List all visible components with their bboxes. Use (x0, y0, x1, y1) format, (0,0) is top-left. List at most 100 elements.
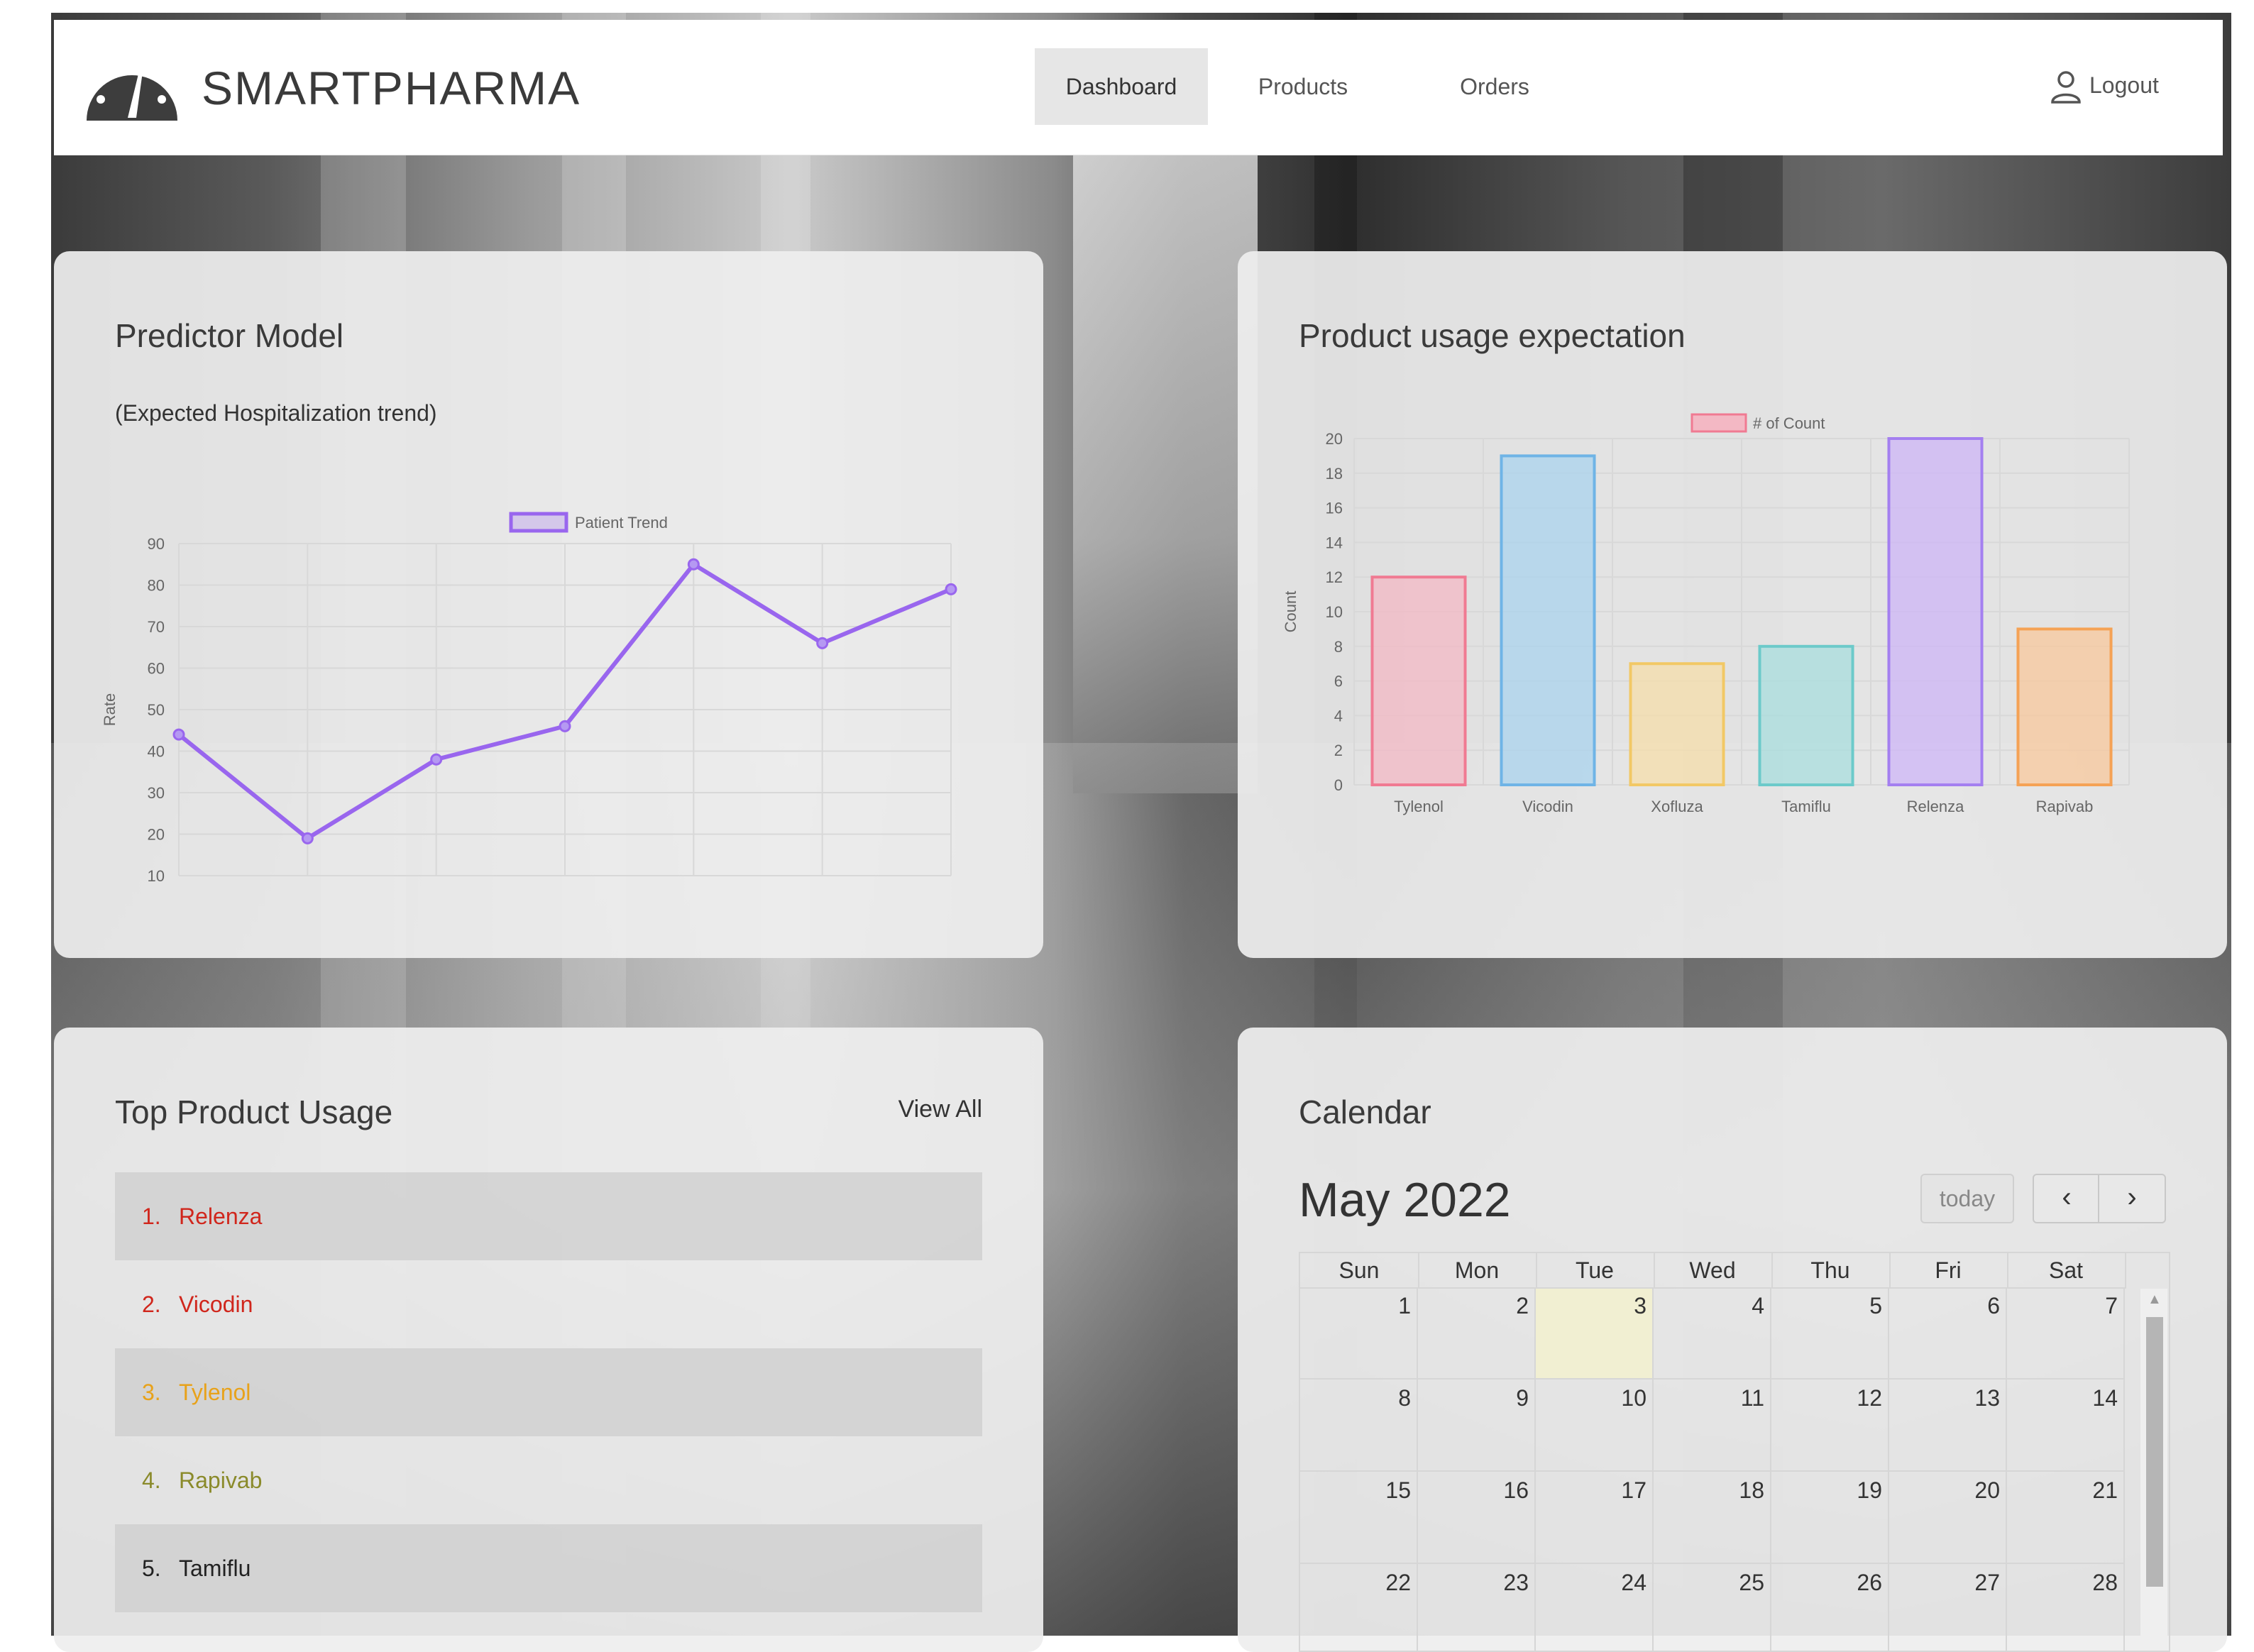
calendar-day[interactable]: 14 (2007, 1380, 2125, 1472)
x-tick-label: May (679, 888, 709, 890)
day-number: 23 (1503, 1570, 1529, 1595)
y-tick-label: 80 (148, 577, 165, 595)
bar-rapivab (2016, 627, 2113, 786)
day-number: 5 (1869, 1293, 1882, 1318)
list-item-name: Tylenol (179, 1380, 251, 1405)
panel-title: Product usage expectation (1299, 317, 1686, 354)
day-number: 8 (1398, 1385, 1411, 1411)
y-axis-label: Count (1282, 591, 1299, 633)
day-number: 26 (1857, 1570, 1882, 1595)
view-all-link[interactable]: View All (898, 1096, 982, 1123)
calendar-day[interactable]: 21 (2007, 1472, 2125, 1564)
calendar-day[interactable]: 9 (1418, 1380, 1536, 1472)
calendar-day[interactable]: 26 (1771, 1564, 1889, 1651)
x-tick-label: July (937, 888, 964, 890)
x-tick-label: Vicodin (1522, 798, 1573, 815)
weekday-header: Wed (1654, 1253, 1773, 1289)
weekday-header: Tue (1536, 1253, 1655, 1289)
data-point (945, 583, 957, 595)
calendar-day[interactable]: 8 (1300, 1380, 1418, 1472)
day-number: 4 (1752, 1293, 1764, 1318)
nav-dashboard[interactable]: Dashboard (1035, 48, 1208, 125)
calendar-day[interactable]: 7 (2007, 1287, 2125, 1380)
list-item[interactable]: 3. Tylenol (115, 1348, 982, 1436)
calendar-day[interactable]: 24 (1536, 1564, 1654, 1651)
data-point (816, 637, 829, 649)
x-tick-label: Rapivab (2036, 798, 2094, 815)
calendar-day[interactable]: 22 (1300, 1564, 1418, 1651)
calendar-day[interactable]: 4 (1654, 1287, 1771, 1380)
calendar-panel: Calendar May 2022 today ‹ › 1 2 3 4 5 6 7 8 9 10 1… (1238, 1028, 2227, 1652)
logout-button[interactable]: Logout (2050, 64, 2159, 106)
day-number: 10 (1621, 1385, 1646, 1411)
list-item[interactable]: 4. Rapivab (115, 1436, 982, 1524)
calendar-day[interactable]: 25 (1654, 1564, 1771, 1651)
calendar-day[interactable]: 16 (1418, 1472, 1536, 1564)
list-item-name: Vicodin (179, 1292, 253, 1317)
calendar-day[interactable]: 27 (1889, 1564, 2007, 1651)
calendar-day[interactable]: 15 (1300, 1472, 1418, 1564)
calendar-scrollbar[interactable]: ▲ (2140, 1289, 2167, 1651)
list-item[interactable]: 1. Relenza (115, 1172, 982, 1260)
calendar-day[interactable]: 6 (1889, 1287, 2007, 1380)
next-month-button[interactable]: › (2098, 1174, 2166, 1223)
nav-products[interactable]: Products (1246, 48, 1360, 125)
list-item-name: Rapivab (179, 1467, 263, 1493)
list-item[interactable]: 2. Vicodin (115, 1260, 982, 1348)
patient-trend-line-chart: 10 20 30 40 50 60 70 80 90 January February March Ap… (101, 512, 965, 890)
product-usage-expectation-panel: Product usage expectation 0 2 4 6 8 10 12 14 16 1… (1238, 251, 2227, 958)
data-point (559, 720, 571, 732)
calendar-day[interactable]: 10 (1536, 1380, 1654, 1472)
y-tick-label: 4 (1334, 707, 1343, 725)
today-button[interactable]: today (1920, 1174, 2014, 1223)
calendar-day[interactable]: 23 (1418, 1564, 1536, 1651)
calendar-day[interactable]: 5 (1771, 1287, 1889, 1380)
calendar-day[interactable]: 28 (2007, 1564, 2125, 1651)
scrollbar-thumb[interactable] (2146, 1317, 2163, 1587)
list-item[interactable]: 5. Tamiflu (115, 1524, 982, 1612)
scroll-up-arrow-icon[interactable]: ▲ (2148, 1292, 2162, 1308)
day-number: 7 (2105, 1293, 2118, 1318)
calendar-day[interactable]: 19 (1771, 1472, 1889, 1564)
speedometer-logo-icon (87, 60, 177, 121)
legend-swatch (509, 512, 568, 533)
calendar-day[interactable]: 12 (1771, 1380, 1889, 1472)
calendar-day[interactable]: 11 (1654, 1380, 1771, 1472)
y-tick-label: 18 (1326, 465, 1343, 483)
list-item-name: Tamiflu (179, 1555, 251, 1581)
panel-subtitle: (Expected Hospitalization trend) (115, 400, 437, 426)
weekday-header: Thu (1771, 1253, 1891, 1289)
predictor-model-panel: Predictor Model (Expected Hospitalizatio… (54, 251, 1043, 958)
weekday-header: Sat (2007, 1253, 2126, 1289)
calendar-day[interactable]: 18 (1654, 1472, 1771, 1564)
y-tick-label: 20 (1326, 430, 1343, 448)
brand-name: SMARTPHARMA (202, 62, 581, 114)
y-tick-label: 60 (148, 660, 165, 678)
calendar-day[interactable]: 20 (1889, 1472, 2007, 1564)
list-item-rank: 2. (142, 1292, 161, 1317)
calendar-day[interactable]: 17 (1536, 1472, 1654, 1564)
bar-tamiflu (1758, 644, 1854, 786)
legend-swatch (1690, 413, 1747, 433)
chevron-right-icon: › (2127, 1182, 2137, 1213)
calendar-day-today[interactable]: 3 (1536, 1287, 1654, 1380)
day-number: 13 (1974, 1385, 2000, 1411)
calendar-day[interactable]: 13 (1889, 1380, 2007, 1472)
list-item-rank: 4. (142, 1467, 161, 1493)
day-number: 27 (1974, 1570, 2000, 1595)
day-number: 11 (1740, 1385, 1764, 1411)
legend-label: Patient Trend (575, 514, 668, 532)
x-tick-label: April (549, 888, 581, 890)
panel-title: Calendar (1299, 1094, 1431, 1130)
user-icon (2051, 70, 2081, 104)
x-tick-label: February (276, 888, 339, 890)
day-number: 24 (1621, 1570, 1646, 1595)
calendar-day[interactable]: 1 (1300, 1287, 1418, 1380)
day-number: 16 (1503, 1477, 1529, 1503)
calendar-day[interactable]: 2 (1418, 1287, 1536, 1380)
prev-month-button[interactable]: ‹ (2033, 1174, 2101, 1223)
nav-orders[interactable]: Orders (1438, 48, 1551, 125)
day-number: 17 (1621, 1477, 1646, 1503)
data-point (430, 753, 443, 766)
panel-title: Predictor Model (115, 317, 344, 354)
